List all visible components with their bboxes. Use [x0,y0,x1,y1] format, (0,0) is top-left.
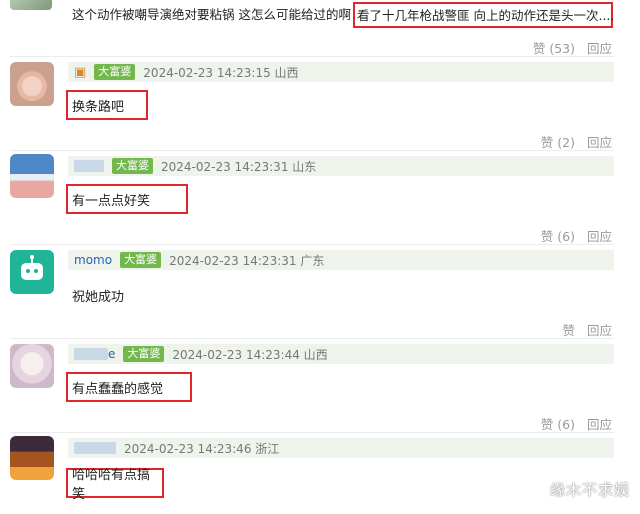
like-button[interactable]: 赞 (2) [541,132,575,151]
username-blur [74,348,108,360]
status-badge: 大富婆 [123,346,165,362]
reply-button[interactable]: 回应 [587,320,612,339]
avatar-cat[interactable] [10,62,54,106]
reply-button[interactable]: 回应 [587,132,612,151]
reply-button[interactable]: 回应 [587,226,612,245]
timestamp: 2024-02-23 14:23:46 浙江 [124,441,280,456]
timestamp: 2024-02-23 14:23:15 山西 [143,65,299,80]
comment-actions: 赞 (2) 回应 [541,132,612,151]
comment-body: 有点蠢蠢的感觉 [66,372,192,402]
avatar-anime[interactable] [10,344,54,388]
like-button[interactable]: 赞 (53) [533,38,575,57]
divider [10,244,614,245]
username-text: e [108,347,116,361]
comment-meta: momo 大富婆 2024-02-23 14:23:31 广东 [68,250,614,270]
robot-icon [21,255,43,280]
timestamp: 2024-02-23 14:23:31 广东 [169,253,325,268]
comment-meta: ▣ 大富婆 2024-02-23 14:23:15 山西 [68,62,614,82]
comment-body: 换条路吧 [66,90,148,120]
reply-button[interactable]: 回应 [587,414,612,433]
highlight-label: 看了十几年枪战警匪 向上的动作还是头一次.... [357,8,615,23]
comment-meta: 2024-02-23 14:23:46 浙江 [68,438,614,458]
comment-body: 哈哈哈有点搞笑 [66,468,164,502]
comment-text: 祝她成功 [72,290,125,305]
level-icon: ▣ [74,64,87,80]
username[interactable] [74,160,104,172]
status-badge: 大富婆 [94,64,136,80]
comment-actions: 赞 回应 [562,320,612,339]
highlighted-text: 看了十几年枪战警匪 向上的动作还是头一次.... [353,2,615,28]
divider [10,432,614,433]
timestamp: 2024-02-23 14:23:31 山东 [161,159,317,174]
avatar-game[interactable] [10,436,54,480]
username[interactable] [74,442,116,454]
like-button[interactable]: 赞 (6) [541,414,575,433]
username[interactable]: e [74,347,115,361]
divider [10,56,614,57]
comment-text: 有一点点好笑 [72,193,151,209]
comment-text: 换条路吧 [72,99,125,115]
comment-meta: 大富婆 2024-02-23 14:23:31 山东 [68,156,614,176]
status-badge: 大富婆 [112,158,153,174]
divider [10,338,614,339]
comment-actions: 赞 (53) 回应 [533,38,612,57]
like-button[interactable]: 赞 (6) [541,226,575,245]
comment-meta: e 大富婆 2024-02-23 14:23:44 山西 [68,344,614,364]
username[interactable]: momo [74,253,112,267]
status-badge: 大富婆 [120,252,162,268]
avatar-mountain[interactable] [10,154,54,198]
timestamp: 2024-02-23 14:23:44 山西 [172,347,328,362]
like-button[interactable]: 赞 [562,320,575,339]
watermark: 缘木不求娱 [549,481,630,499]
comment-body: 有一点点好笑 [66,184,188,214]
reply-button[interactable]: 回应 [587,38,612,57]
comment-actions: 赞 (6) 回应 [541,226,612,245]
avatar-robot[interactable] [10,250,54,294]
comment-actions: 赞 (6) 回应 [541,414,612,433]
divider [10,150,614,151]
comment-text: 这个动作被嘲导演绝对要粘锅 这怎么可能给过的啊 [72,7,351,22]
comment-text: 哈哈哈有点搞笑 [72,468,151,502]
avatar[interactable] [10,0,52,10]
comment-text: 有点蠢蠢的感觉 [72,381,164,397]
